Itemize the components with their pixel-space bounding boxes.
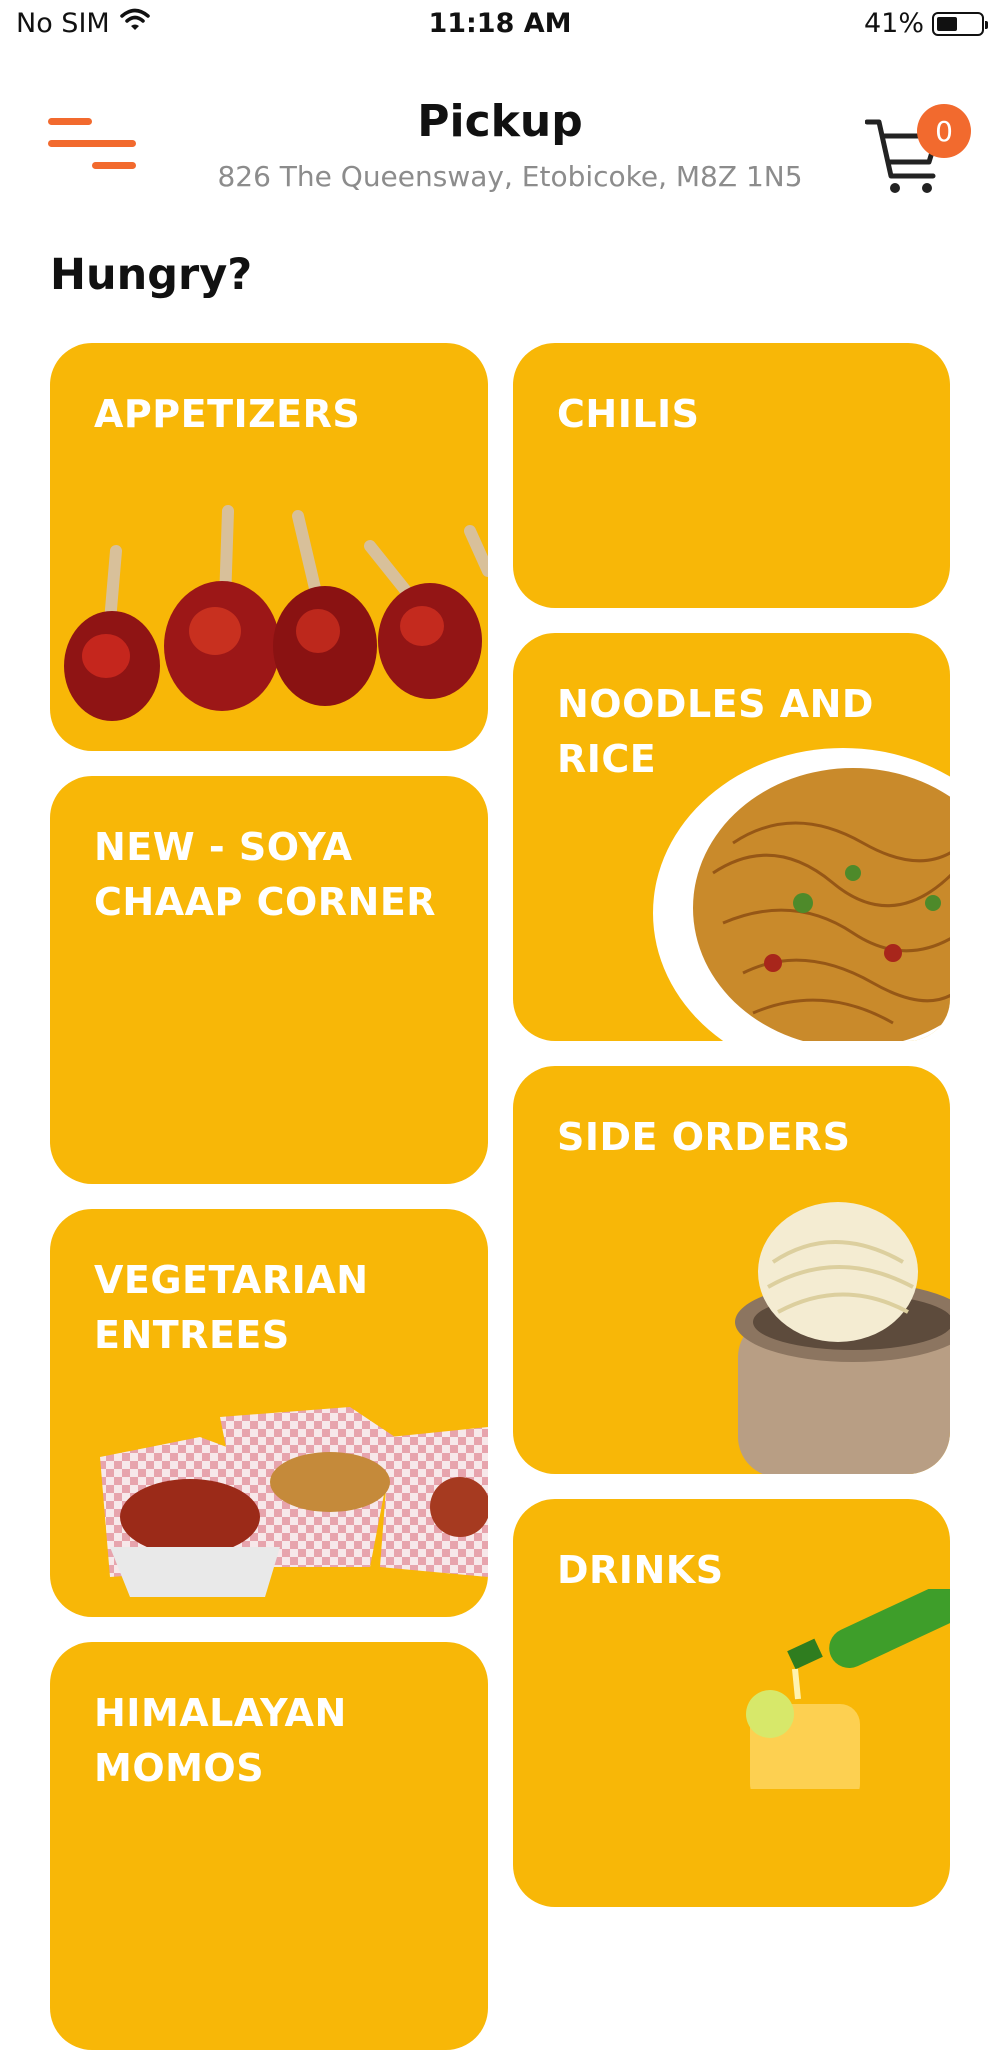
status-bar: No SIM 11:18 AM 41% <box>0 0 1000 52</box>
battery-info: 41% <box>863 8 988 39</box>
category-card-vegetarian-entrees[interactable]: VEGETARIAN ENTREES <box>50 1209 488 1617</box>
category-label: VEGETARIAN ENTREES <box>94 1258 369 1357</box>
category-card-side-orders[interactable]: SIDE ORDERS <box>513 1066 950 1474</box>
battery-icon <box>932 11 988 36</box>
lemonade-bottle-image <box>746 1589 950 1789</box>
noodles-plate-image <box>653 748 950 1041</box>
category-card-appetizers[interactable]: APPETIZERS <box>50 343 488 751</box>
category-card-noodles-and-rice[interactable]: NOODLES AND RICE <box>513 633 950 1041</box>
clock: 11:18 AM <box>428 8 572 39</box>
chicken-lollipop-image <box>64 505 488 721</box>
category-label: HIMALAYAN MOMOS <box>94 1691 347 1790</box>
battery-percent: 41% <box>863 8 924 39</box>
takeout-boxes-image <box>100 1407 488 1597</box>
app-header: Pickup 826 The Queensway, Etobicoke, M8Z… <box>0 90 1000 200</box>
steamed-bun-image <box>735 1202 950 1474</box>
section-title: Hungry? <box>50 250 253 300</box>
category-label: CHILIS <box>557 392 700 436</box>
cart-button[interactable]: 0 <box>865 104 975 200</box>
cart-count-badge: 0 <box>917 104 971 158</box>
category-card-drinks[interactable]: DRINKS <box>513 1499 950 1907</box>
pickup-address[interactable]: 826 The Queensway, Etobicoke, M8Z 1N5 <box>0 160 1000 193</box>
category-card-himalayan-momos[interactable]: HIMALAYAN MOMOS <box>50 1642 488 2050</box>
category-card-soya-chaap[interactable]: NEW - SOYA CHAAP CORNER <box>50 776 488 1184</box>
category-label: NEW - SOYA CHAAP CORNER <box>94 825 437 924</box>
category-label: SIDE ORDERS <box>557 1115 851 1159</box>
category-label: APPETIZERS <box>94 392 361 436</box>
page-title: Pickup <box>417 96 583 147</box>
category-card-chilis[interactable]: CHILIS <box>513 343 950 608</box>
